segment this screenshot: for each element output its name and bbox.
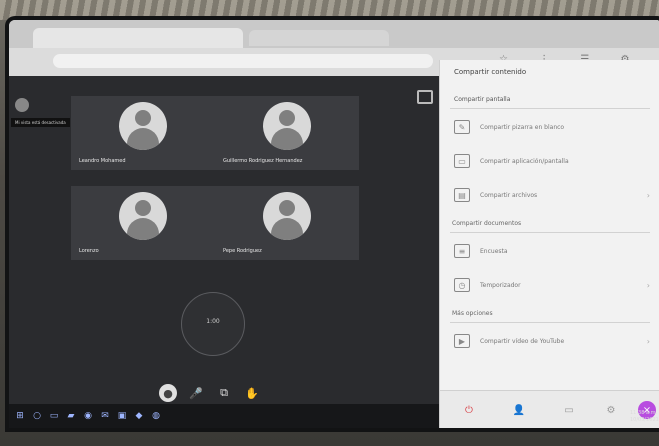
divider xyxy=(450,108,650,109)
clock-time: 11:38 a.m. xyxy=(630,410,658,416)
timer-item[interactable]: ◷ Temporizador › xyxy=(454,272,650,298)
leave-session-icon[interactable]: ⏻ xyxy=(460,401,478,419)
tab-strip xyxy=(9,20,659,48)
address-bar[interactable] xyxy=(53,54,433,68)
browser-icon[interactable]: ◉ xyxy=(83,411,93,421)
panel-footer: ⏻ 👤 ▭ ⚙ × xyxy=(440,390,659,428)
self-avatar-icon xyxy=(15,98,29,112)
item-label: Compartir pizarra en blanco xyxy=(480,123,565,131)
poll-icon: ≡ xyxy=(454,244,470,258)
item-label: Temporizador xyxy=(480,281,521,289)
center-indicator: 1:00 xyxy=(181,292,245,356)
item-label: Encuesta xyxy=(480,247,508,255)
avatar-icon xyxy=(263,192,311,240)
whiteboard-icon: ✎ xyxy=(454,120,470,134)
chevron-right-icon: › xyxy=(646,336,650,346)
chevron-right-icon: › xyxy=(646,280,650,290)
chrome-icon[interactable]: ◍ xyxy=(151,411,161,421)
screen-icon: ▭ xyxy=(454,154,470,168)
system-clock: 11:38 a.m. 10/03/2021 xyxy=(630,410,659,424)
video-icon: ▶ xyxy=(454,334,470,348)
file-icon: ▤ xyxy=(454,188,470,202)
participant-tile[interactable]: Leandro Mohamed xyxy=(71,96,215,170)
tab-secondary[interactable] xyxy=(249,30,389,46)
share-video-item[interactable]: ▶ Compartir vídeo de YouTube › xyxy=(454,328,650,354)
task-view-icon[interactable]: ▭ xyxy=(49,411,59,421)
share-screen-icon[interactable]: ⧉ xyxy=(215,384,233,402)
call-controls: ● 🎤 ⧉ ✋ xyxy=(159,382,261,404)
background-stripe xyxy=(0,0,659,20)
item-label: Compartir aplicación/pantalla xyxy=(480,157,569,165)
self-view-label: Mi vista está desactivada xyxy=(11,118,70,127)
participant-tile[interactable]: Lorenzo xyxy=(71,186,215,260)
panel-title: Compartir contenido xyxy=(454,68,527,76)
avatar-icon xyxy=(263,102,311,150)
section-heading: Compartir documentos xyxy=(452,220,522,227)
center-label: 1:00 xyxy=(206,318,220,325)
file-explorer-icon[interactable]: ▰ xyxy=(66,411,76,421)
chat-icon[interactable] xyxy=(417,90,433,104)
timer-icon: ◷ xyxy=(454,278,470,292)
participant-name: Leandro Mohamed xyxy=(79,158,126,164)
participant-tile[interactable]: Pepe Rodriguez xyxy=(215,186,359,260)
avatar-icon xyxy=(119,192,167,240)
participants-icon[interactable]: 👤 xyxy=(510,401,528,419)
participant-name: Guillermo Rodriguez Hernandez xyxy=(223,158,303,164)
mail-icon[interactable]: ✉ xyxy=(100,411,110,421)
share-content-panel: Compartir contenido Compartir pantalla ✎… xyxy=(439,60,659,428)
chevron-right-icon: › xyxy=(646,190,650,200)
profile-button[interactable]: ● xyxy=(159,384,177,402)
avatar-icon xyxy=(119,102,167,150)
panel-subtitle: Compartir pantalla xyxy=(454,96,511,103)
participant-name: Pepe Rodriguez xyxy=(223,248,262,254)
share-screen-item[interactable]: ▭ Compartir aplicación/pantalla xyxy=(454,148,650,174)
tab-active[interactable] xyxy=(33,28,243,48)
section-heading: Más opciones xyxy=(452,310,493,317)
clock-date: 10/03/2021 xyxy=(630,417,659,423)
chat-bubble-icon[interactable]: ▭ xyxy=(560,401,578,419)
taskbar: ⊞ ○ ▭ ▰ ◉ ✉ ▣ ◆ ◍ xyxy=(9,404,445,428)
monitor-screen: ☆ ⋮ ☰ ⚙ Mi vista está desactivada Leandr… xyxy=(9,20,659,428)
meeting-stage: Mi vista está desactivada Leandro Mohame… xyxy=(9,76,445,428)
app-icon[interactable]: ◆ xyxy=(134,411,144,421)
participant-tile[interactable]: Guillermo Rodriguez Hernandez xyxy=(215,96,359,170)
item-label: Compartir archivos xyxy=(480,191,538,199)
item-label: Compartir vídeo de YouTube xyxy=(480,337,565,345)
windows-start-icon[interactable]: ⊞ xyxy=(15,411,25,421)
raise-hand-icon[interactable]: ✋ xyxy=(243,384,261,402)
divider xyxy=(450,322,650,323)
search-icon[interactable]: ○ xyxy=(32,411,42,421)
settings-icon[interactable]: ⚙ xyxy=(602,401,620,419)
store-icon[interactable]: ▣ xyxy=(117,411,127,421)
share-whiteboard-item[interactable]: ✎ Compartir pizarra en blanco xyxy=(454,114,650,140)
share-files-item[interactable]: ▤ Compartir archivos › xyxy=(454,182,650,208)
participant-name: Lorenzo xyxy=(79,248,99,254)
microphone-icon[interactable]: 🎤 xyxy=(187,384,205,402)
poll-item[interactable]: ≡ Encuesta xyxy=(454,238,650,264)
divider xyxy=(450,232,650,233)
